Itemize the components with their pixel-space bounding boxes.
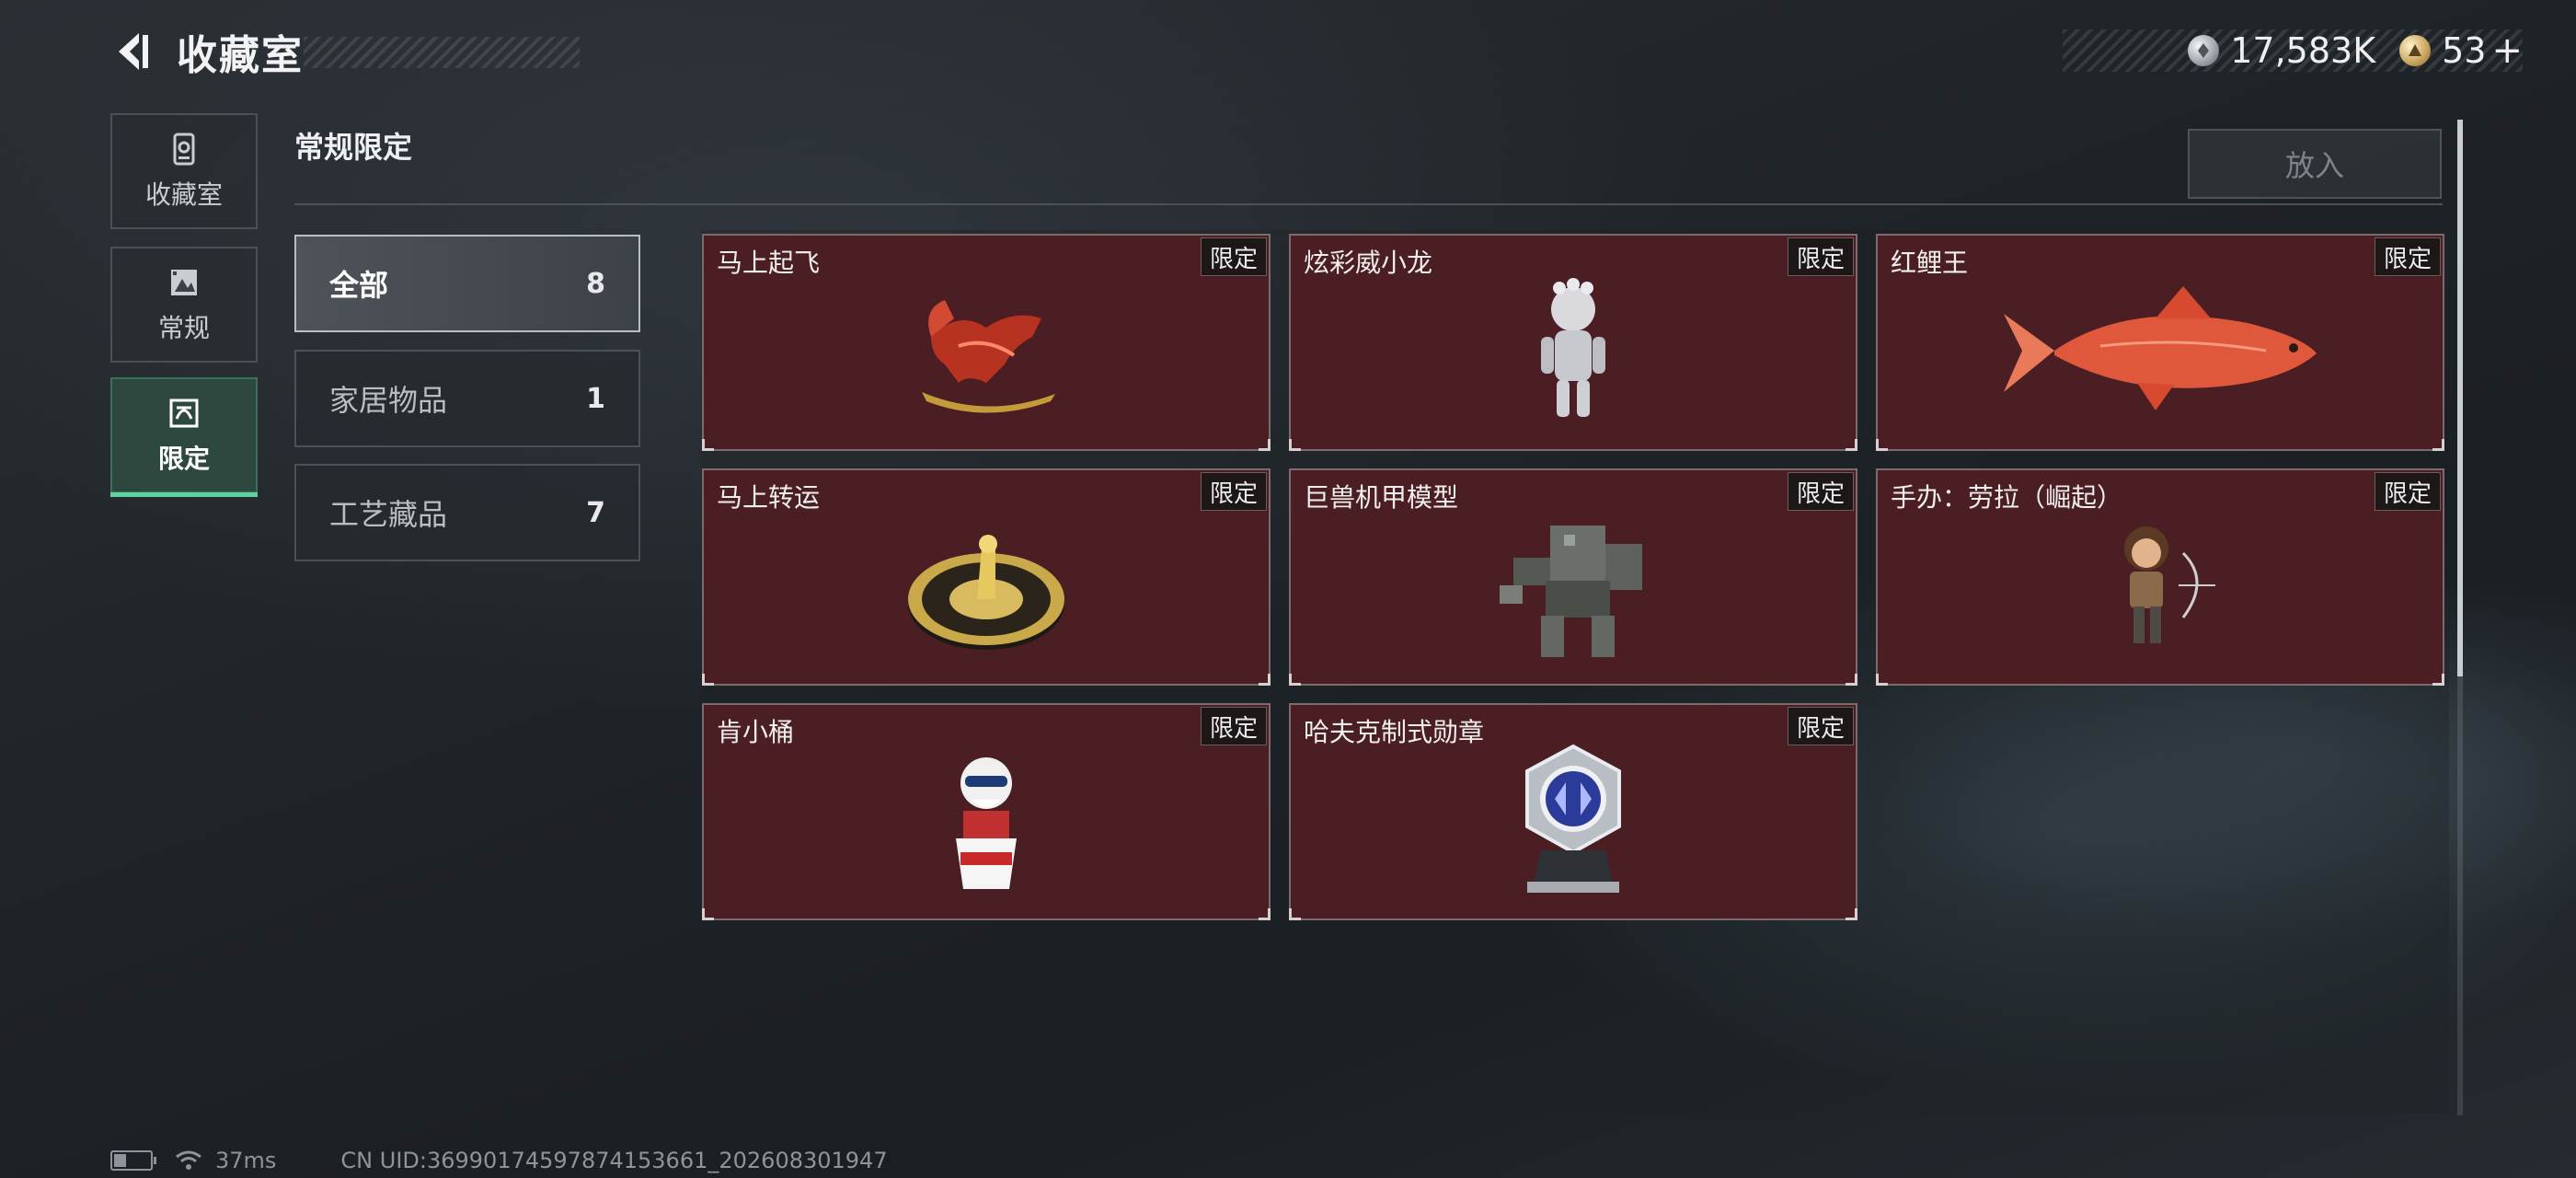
title-decoration (304, 37, 580, 68)
item-card-lara[interactable]: 手办：劳拉（崛起） 限定 (1876, 468, 2444, 686)
card-corner (702, 908, 714, 920)
item-name: 肯小桶 (717, 717, 795, 747)
item-card-mech[interactable]: 巨兽机甲模型 限定 (1289, 468, 1857, 686)
gold-coin-value: 53 (2442, 30, 2487, 71)
category-count: 7 (586, 496, 605, 529)
card-corner (1876, 674, 1888, 686)
red-carp-icon (2004, 286, 2317, 411)
item-name: 巨兽机甲模型 (1304, 482, 1459, 513)
battery-icon (110, 1150, 156, 1171)
place-button[interactable]: 放入 (2188, 129, 2442, 199)
back-button[interactable] (109, 27, 158, 76)
card-corner (1289, 439, 1301, 451)
rail-item-label: 限定 (157, 444, 210, 474)
medal-icon (1525, 744, 1621, 894)
bucket-figure-icon (956, 757, 1017, 890)
item-name: 哈夫克制式勋章 (1304, 717, 1485, 747)
header: 收藏室 (109, 24, 304, 79)
mech-model-icon (1500, 525, 1642, 658)
add-currency-button[interactable]: + (2491, 29, 2523, 72)
scrollbar-thumb[interactable] (2457, 120, 2463, 676)
item-card-dragon[interactable]: 炫彩威小龙 限定 (1289, 234, 1857, 451)
card-corner (1846, 674, 1857, 686)
item-name: 红鲤王 (1891, 248, 1969, 278)
horse-statue-icon (922, 300, 1055, 413)
limited-tag: 限定 (2375, 472, 2441, 511)
rail-item-label: 常规 (157, 313, 210, 343)
card-corner (2432, 674, 2444, 686)
card-corner (702, 674, 714, 686)
item-card-carp[interactable]: 红鲤王 限定 (1876, 234, 2444, 451)
silver-coin-value: 17,583K (2230, 30, 2376, 71)
lara-figure-icon (2124, 526, 2215, 644)
item-name: 马上起飞 (717, 248, 821, 278)
gold-coin-icon (2399, 35, 2432, 66)
card-corner (1876, 439, 1888, 451)
category-home[interactable]: 家居物品 1 (294, 350, 640, 447)
card-corner (1259, 908, 1271, 920)
item-name: 炫彩威小龙 (1304, 248, 1433, 278)
category-count: 8 (586, 267, 605, 300)
category-craft[interactable]: 工艺藏品 7 (294, 464, 640, 561)
limited-icon (169, 398, 199, 428)
silver-figure-icon (1541, 278, 1605, 418)
status-bar: 37ms CN UID:3699017459787415366​1_202608… (110, 1147, 888, 1174)
item-name: 马上转运 (717, 482, 821, 513)
category-name: 家居物品 (329, 383, 448, 418)
card-corner (1259, 439, 1271, 451)
currency-bar: 17,583K 53 + (2063, 29, 2523, 72)
limited-tag: 限定 (1788, 237, 1854, 276)
rail-item-collection[interactable]: 收藏室 (110, 113, 258, 229)
card-corner (1259, 674, 1271, 686)
divider (294, 203, 2443, 205)
limited-tag: 限定 (2375, 237, 2441, 276)
back-arrow-icon (119, 33, 148, 70)
card-corner (1289, 908, 1301, 920)
category-count: 1 (586, 382, 605, 415)
uid-text: CN UID:3699017459787415366​1_20260830194… (340, 1148, 888, 1173)
category-name: 工艺藏品 (329, 497, 448, 532)
wifi-icon (176, 1150, 201, 1170)
limited-tag: 限定 (1788, 707, 1854, 745)
item-card-horse[interactable]: 马上起飞 限定 (702, 234, 1271, 451)
limited-tag: 限定 (1201, 707, 1267, 745)
limited-tag: 限定 (1201, 237, 1267, 276)
rail-item-regular[interactable]: 常规 (110, 247, 258, 363)
card-corner (1289, 674, 1301, 686)
collection-icon (173, 133, 195, 166)
item-card-bucket[interactable]: 肯小桶 限定 (702, 703, 1271, 920)
currency-gold: 53 + (2399, 29, 2523, 72)
rail-item-label: 收藏室 (144, 179, 223, 210)
item-card-medal[interactable]: 哈夫克制式勋章 限定 (1289, 703, 1857, 920)
item-card-turntable[interactable]: 马上转运 限定 (702, 468, 1271, 686)
picture-icon (171, 270, 197, 295)
golden-turntable-icon (908, 535, 1064, 651)
limited-tag: 限定 (1788, 472, 1854, 511)
category-all[interactable]: 全部 8 (294, 235, 640, 332)
section-title: 常规限定 (294, 130, 413, 165)
card-corner (1846, 908, 1857, 920)
ping-value: 37ms (215, 1148, 277, 1173)
category-name: 全部 (329, 268, 389, 303)
card-corner (2432, 439, 2444, 451)
silver-coin-icon (2188, 35, 2220, 66)
rail-item-limited[interactable]: 限定 (110, 377, 258, 497)
limited-tag: 限定 (1201, 472, 1267, 511)
card-corner (702, 439, 714, 451)
item-name: 手办：劳拉（崛起） (1891, 482, 2123, 513)
page-title: 收藏室 (177, 32, 304, 79)
card-corner (1846, 439, 1857, 451)
currency-silver: 17,583K (2188, 30, 2375, 71)
